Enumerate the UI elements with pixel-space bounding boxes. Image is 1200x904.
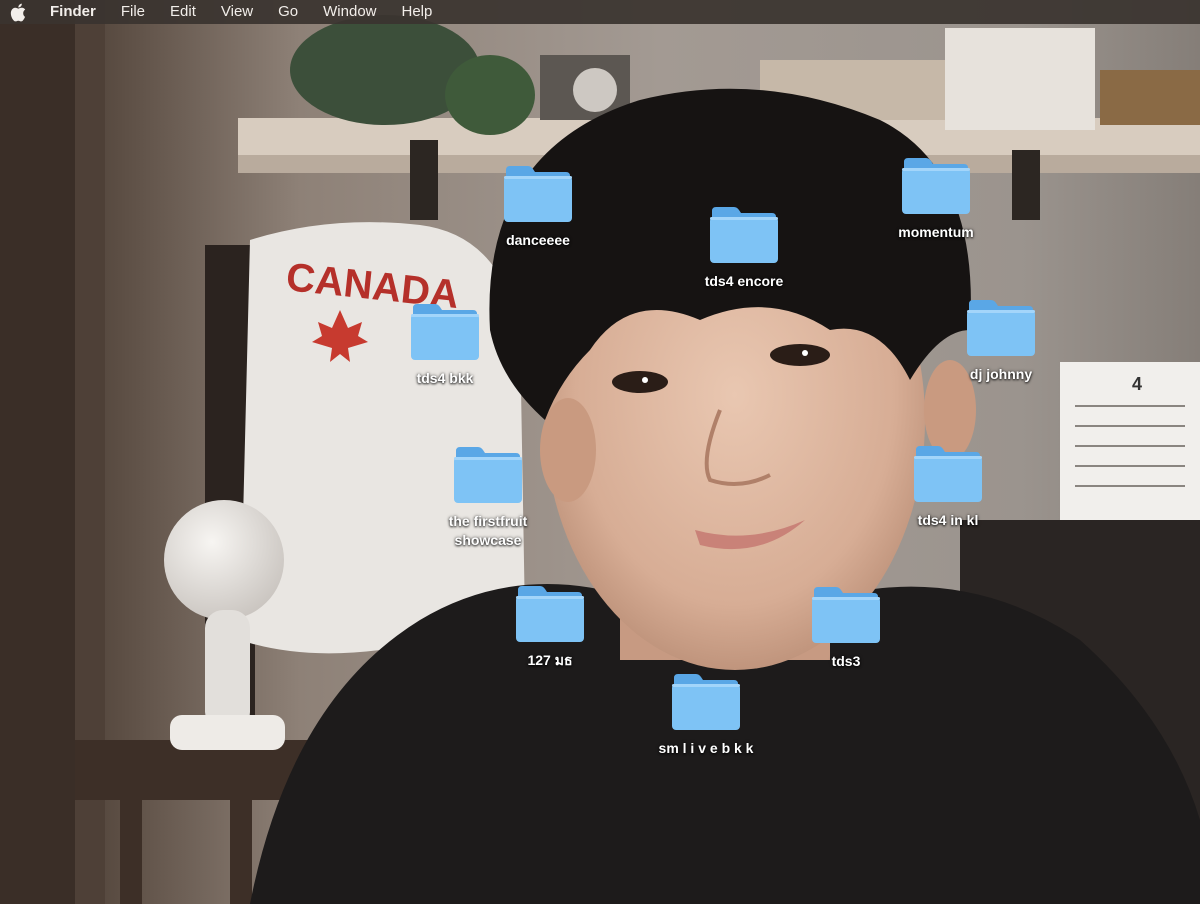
folder-icon <box>965 298 1037 358</box>
menu-file[interactable]: File <box>121 0 145 24</box>
folder-the-firstfruit-showcase[interactable]: the firstfruit showcase <box>408 445 568 550</box>
menu-view[interactable]: View <box>221 0 253 24</box>
folder-icon <box>900 156 972 216</box>
folder-label: tds4 in kl <box>917 512 979 528</box>
folder-label: tds4 bkk <box>416 370 474 386</box>
folder-icon <box>409 302 481 362</box>
folder-tds4-in-kl[interactable]: tds4 in kl <box>868 444 1028 530</box>
apple-logo-icon[interactable] <box>10 3 28 22</box>
folder-127[interactable]: 127 มธ <box>470 584 630 670</box>
folder-dj-johnny[interactable]: dj johnny <box>921 298 1081 384</box>
folder-label: danceeee <box>506 232 570 248</box>
folder-sm-live-bkk[interactable]: sm l i v e b k k <box>626 672 786 758</box>
menu-app-finder[interactable]: Finder <box>50 0 96 24</box>
folder-icon <box>912 444 984 504</box>
menu-window[interactable]: Window <box>323 0 376 24</box>
folder-icon <box>810 585 882 645</box>
folder-icon <box>452 445 524 505</box>
folder-tds4-encore[interactable]: tds4 encore <box>664 205 824 291</box>
menu-bar: Finder File Edit View Go Window Help <box>0 0 1200 24</box>
svg-text:4: 4 <box>1132 374 1142 394</box>
folder-icon <box>514 584 586 644</box>
folder-label: sm l i v e b k k <box>658 740 754 756</box>
folder-icon <box>670 672 742 732</box>
menu-help[interactable]: Help <box>402 0 433 24</box>
folder-icon <box>708 205 780 265</box>
folder-momentum[interactable]: momentum <box>856 156 1016 242</box>
folder-label: dj johnny <box>969 366 1033 382</box>
menu-edit[interactable]: Edit <box>170 0 196 24</box>
folder-danceeee[interactable]: danceeee <box>458 164 618 250</box>
menu-go[interactable]: Go <box>278 0 298 24</box>
folder-tds4-bkk[interactable]: tds4 bkk <box>365 302 525 388</box>
folder-icon <box>502 164 574 224</box>
folder-label: 127 มธ <box>527 652 573 668</box>
folder-label: tds3 <box>831 653 861 669</box>
folder-label: momentum <box>898 224 974 240</box>
folder-label: the firstfruit showcase <box>448 513 528 548</box>
folder-tds3[interactable]: tds3 <box>766 585 926 671</box>
folder-label: tds4 encore <box>704 273 784 289</box>
